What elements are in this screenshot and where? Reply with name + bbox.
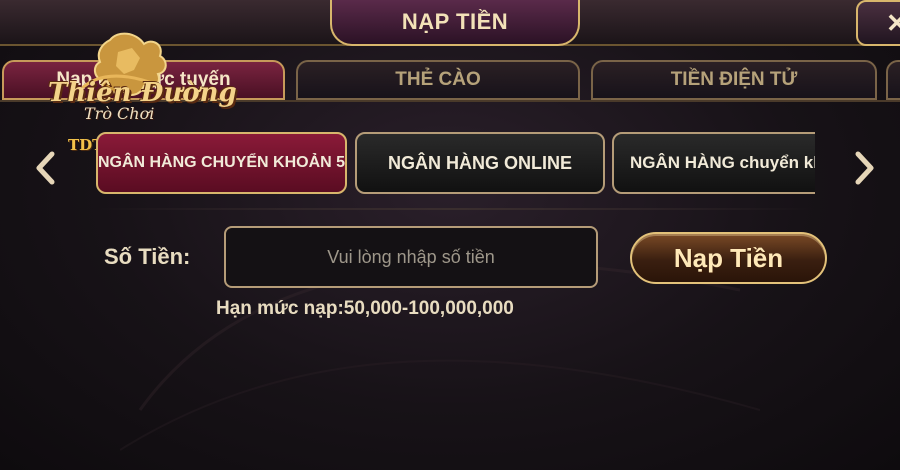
page-title: NẠP TIỀN bbox=[330, 0, 580, 46]
bank-option-clip: NGÂN HÀNG chuyển kho bbox=[612, 132, 815, 194]
tab-card[interactable]: THẺ CÀO bbox=[296, 60, 580, 100]
logo-subtitle: Trò Chơi bbox=[84, 104, 155, 123]
bank-option-label: NGÂN HÀNG ONLINE bbox=[388, 152, 572, 173]
chevron-right-icon bbox=[855, 151, 874, 185]
bank-prev-button[interactable] bbox=[30, 148, 60, 188]
bank-next-button[interactable] bbox=[850, 148, 880, 188]
bank-option-online[interactable]: NGÂN HÀNG ONLINE bbox=[355, 132, 605, 194]
tab-partial[interactable] bbox=[886, 60, 900, 100]
chevron-left-icon bbox=[36, 151, 55, 185]
deposit-button-label: Nạp Tiền bbox=[673, 242, 784, 273]
bank-option-label: NGÂN HÀNG CHUYỂN KHOẢN 5 bbox=[97, 154, 346, 171]
tab-label: THẺ CÀO bbox=[395, 69, 481, 90]
amount-label: Số Tiền: bbox=[104, 244, 191, 269]
close-icon: ✕ bbox=[886, 7, 900, 38]
section-divider bbox=[95, 208, 815, 210]
bank-option-transfer-5[interactable]: NGÂN HÀNG CHUYỂN KHOẢN 5 bbox=[96, 132, 347, 194]
bank-option-label: NGÂN HÀNG chuyển kho bbox=[630, 153, 815, 172]
deposit-limit-text: Hạn mức nạp:50,000-100,000,000 bbox=[216, 298, 514, 319]
bank-option-transfer[interactable]: NGÂN HÀNG chuyển kho bbox=[612, 132, 815, 194]
close-button[interactable]: ✕ bbox=[856, 0, 900, 46]
deposit-button[interactable]: Nạp Tiền bbox=[630, 232, 827, 284]
amount-input[interactable] bbox=[224, 226, 598, 288]
tab-crypto[interactable]: TIỀN ĐIỆN TỬ bbox=[591, 60, 877, 100]
tab-label: TIỀN ĐIỆN TỬ bbox=[670, 69, 798, 90]
